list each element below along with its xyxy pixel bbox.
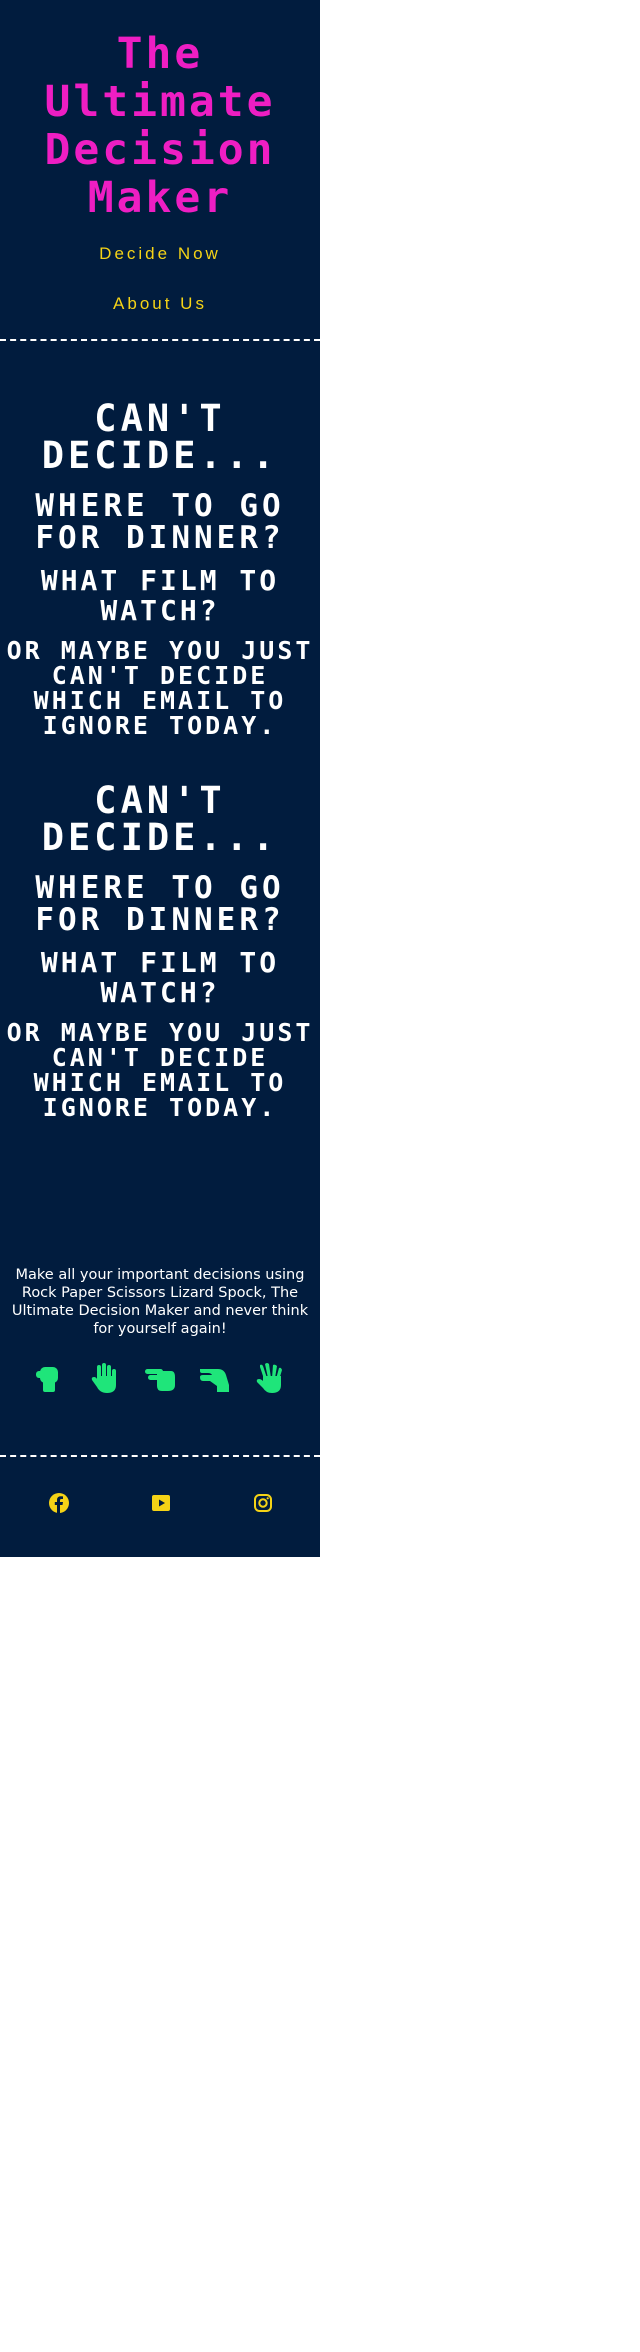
hand-lizard-icon [200,1369,229,1392]
tagline: Make all your important decisions using … [11,1267,309,1337]
scroll-line-dinner: where to go for dinner? [35,488,285,556]
facebook-icon [49,1493,69,1513]
scroll-line-film: what film to watch? [40,946,280,1009]
title-line: Ultimate [44,77,276,127]
scroll-line-film: what film to watch? [40,564,280,627]
hand-rock-icon [36,1367,58,1392]
footer-divider [0,1455,320,1457]
scroll-heading: Can't Decide... [41,400,279,477]
header-divider [0,339,320,341]
title-line: The [116,29,204,79]
hand-icons-row [0,1361,320,1395]
scroll-heading: Can't Decide... [41,779,279,859]
instagram-link[interactable] [252,1492,274,1514]
scroll-text-block: Can't Decide... where to go for dinner? … [0,400,320,764]
youtube-icon [152,1495,170,1511]
site-title: The Ultimate Decision Maker [0,30,320,222]
social-links [0,1492,320,1522]
page-container: The Ultimate Decision Maker Decide Now A… [0,0,320,1557]
title-line: Maker [87,173,233,223]
youtube-link[interactable] [150,1492,172,1514]
hand-paper-icon [91,1363,116,1393]
scroll-text-block: Can't Decide... where to go for dinner? … [0,782,320,1120]
nav-about-us-link[interactable]: About Us [0,294,320,314]
instagram-icon [254,1494,272,1512]
scroll-line-email: or maybe you just can't decide which ema… [6,636,314,740]
scroll-line-email: or maybe you just can't decide which ema… [6,1018,314,1122]
title-line: Decision [44,125,276,175]
hand-scissors-icon [145,1369,175,1391]
site-header: The Ultimate Decision Maker Decide Now A… [0,0,320,314]
hand-spock-icon [256,1363,282,1393]
main-nav: Decide Now About Us [0,244,320,314]
scroll-line-dinner: where to go for dinner? [35,870,285,938]
facebook-link[interactable] [48,1492,70,1514]
nav-decide-now-link[interactable]: Decide Now [0,244,320,264]
